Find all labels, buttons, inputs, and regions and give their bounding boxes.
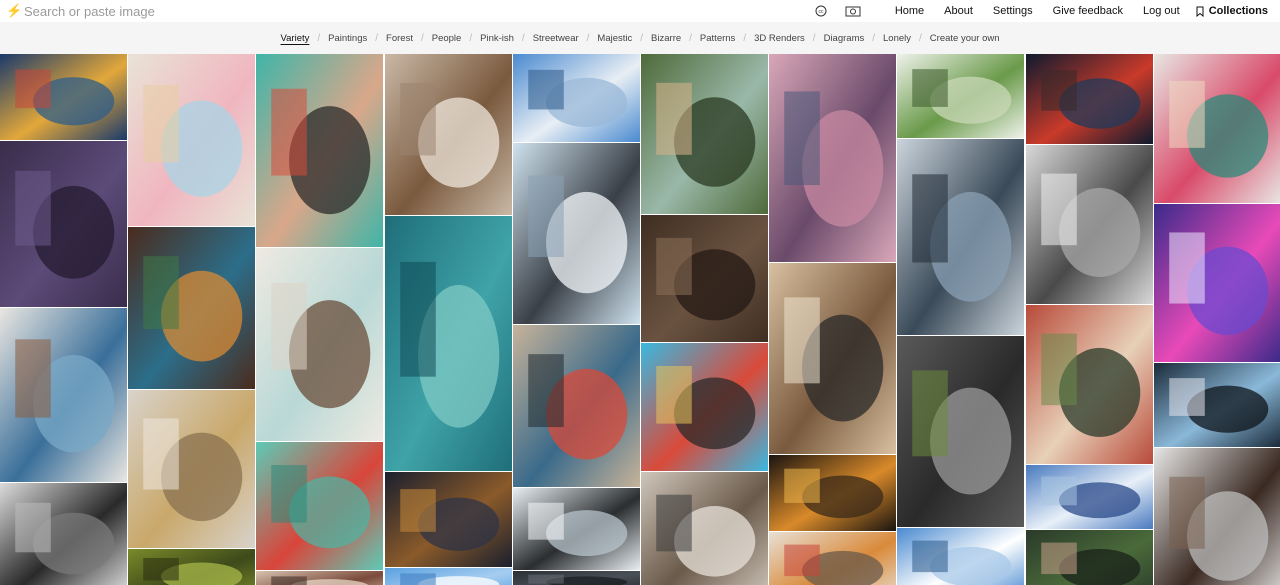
nav-settings-link[interactable]: Settings [993, 5, 1033, 17]
indoor-pool-room-image[interactable] [256, 248, 384, 441]
red-truck-on-teal-image[interactable] [256, 442, 384, 570]
category-tab-create-your-own[interactable]: Create your own [922, 33, 1008, 44]
night-road-landscape-image[interactable] [384, 472, 512, 567]
bookmark-icon [1196, 6, 1204, 17]
svg-text:cc: cc [818, 9, 824, 15]
category-tab-forest[interactable]: Forest [378, 33, 421, 44]
blue-sky-clouds-image[interactable] [384, 568, 512, 585]
category-tab-lonely[interactable]: Lonely [875, 33, 919, 44]
green-dark-photo-image[interactable] [1025, 530, 1153, 585]
gallery-column [128, 54, 256, 585]
modern-sideboard-image[interactable] [1153, 448, 1280, 585]
red-colonial-building-image[interactable] [1025, 305, 1153, 464]
man-bw-portrait-image[interactable] [0, 483, 127, 585]
category-bar: Variety / Paintings / Forest / People / Pink-ish… [0, 22, 1280, 54]
concert-crowd-image[interactable] [1153, 363, 1280, 447]
cloudy-blue-sky-image[interactable] [1025, 465, 1153, 529]
category-tab-patterns[interactable]: Patterns [692, 33, 743, 44]
lake-island-house-image[interactable] [641, 54, 768, 214]
dancer-in-sheer-dress-image[interactable] [512, 143, 640, 324]
steam-locomotive-smoke-image[interactable] [897, 336, 1025, 527]
snowy-mountain-peak-image[interactable] [897, 528, 1025, 585]
person-photo-image[interactable] [256, 571, 384, 585]
nav-about-link[interactable]: About [944, 5, 973, 17]
gallery-column [1153, 54, 1280, 585]
cafe-interior-image[interactable] [769, 263, 897, 454]
category-tab-paintings[interactable]: Paintings [320, 33, 375, 44]
category-tab-variety[interactable]: Variety [273, 33, 318, 44]
top-bar: ⚡ cc Home About Settings Give feedback L… [0, 0, 1280, 22]
category-tab-people[interactable]: People [424, 33, 470, 44]
city-lights-at-night-image[interactable] [769, 455, 897, 531]
gallery-column [256, 54, 384, 585]
gallery-column [512, 54, 640, 585]
search-input[interactable] [24, 2, 624, 20]
starry-night-painting-image[interactable] [0, 54, 127, 140]
dark-night-street-image[interactable] [1025, 54, 1153, 144]
curved-interior-pool-image[interactable] [0, 308, 127, 482]
nav-home-link[interactable]: Home [895, 5, 924, 17]
cubist-cat-woman-portrait-image[interactable] [256, 54, 384, 247]
category-tab-bizarre[interactable]: Bizarre [643, 33, 689, 44]
category-tabs: Variety / Paintings / Forest / People / Pink-ish… [0, 22, 1280, 54]
frosted-trees-bw-image[interactable] [1025, 145, 1153, 304]
packaging-boxes-image[interactable] [641, 472, 768, 585]
nav-feedback-link[interactable]: Give feedback [1053, 5, 1123, 17]
category-tab-majestic[interactable]: Majestic [589, 33, 640, 44]
hanging-plants-image[interactable] [897, 54, 1025, 138]
white-interior-window-image[interactable] [512, 488, 640, 570]
rose-paintings-on-wall-image[interactable] [1153, 54, 1280, 203]
collections-label: Collections [1208, 5, 1268, 17]
venice-gondola-canal-image[interactable] [512, 325, 640, 487]
gallery-column [641, 54, 768, 585]
collections-button[interactable]: Collections [1196, 5, 1268, 17]
stacked-teacups-image[interactable] [128, 54, 256, 226]
category-tab-streetwear[interactable]: Streetwear [525, 33, 587, 44]
logo-icon[interactable]: ⚡ [6, 3, 22, 19]
camera-icon[interactable] [843, 1, 863, 21]
skull-and-fruit-image[interactable] [769, 532, 897, 585]
rocky-beach-shore-image[interactable] [384, 54, 512, 215]
trombone-image[interactable] [128, 390, 256, 548]
category-tab-diagrams[interactable]: Diagrams [816, 33, 873, 44]
gallery-column [897, 54, 1025, 585]
teal-marble-texture-image[interactable] [384, 216, 512, 471]
collage-figure-on-blue-image[interactable] [641, 343, 768, 471]
cc-icon[interactable]: cc [811, 1, 831, 21]
fly-closeup-image[interactable] [128, 549, 256, 585]
gallery-column [1025, 54, 1153, 585]
gallery-column [769, 54, 897, 585]
nav-logout-link[interactable]: Log out [1143, 5, 1180, 17]
gallery-column [0, 54, 127, 585]
category-tab-pink-ish[interactable]: Pink-ish [472, 33, 522, 44]
purple-texture-image[interactable] [0, 141, 127, 307]
glass-pendant-lamps-image[interactable] [128, 227, 256, 389]
image-gallery [0, 54, 1280, 585]
retro-computer-synthwave-image[interactable] [1153, 204, 1280, 362]
gallery-column [384, 54, 512, 585]
top-nav: cc Home About Settings Give feedback Log… [811, 0, 1268, 22]
purse-with-coins-image[interactable] [769, 54, 897, 262]
corduroy-pants-closeup-image[interactable] [641, 215, 768, 342]
category-tab-3d-renders[interactable]: 3D Renders [746, 33, 813, 44]
man-reflection-in-water-image[interactable] [897, 139, 1025, 335]
dark-photo-image[interactable] [512, 571, 640, 585]
white-tower-building-image[interactable] [512, 54, 640, 142]
